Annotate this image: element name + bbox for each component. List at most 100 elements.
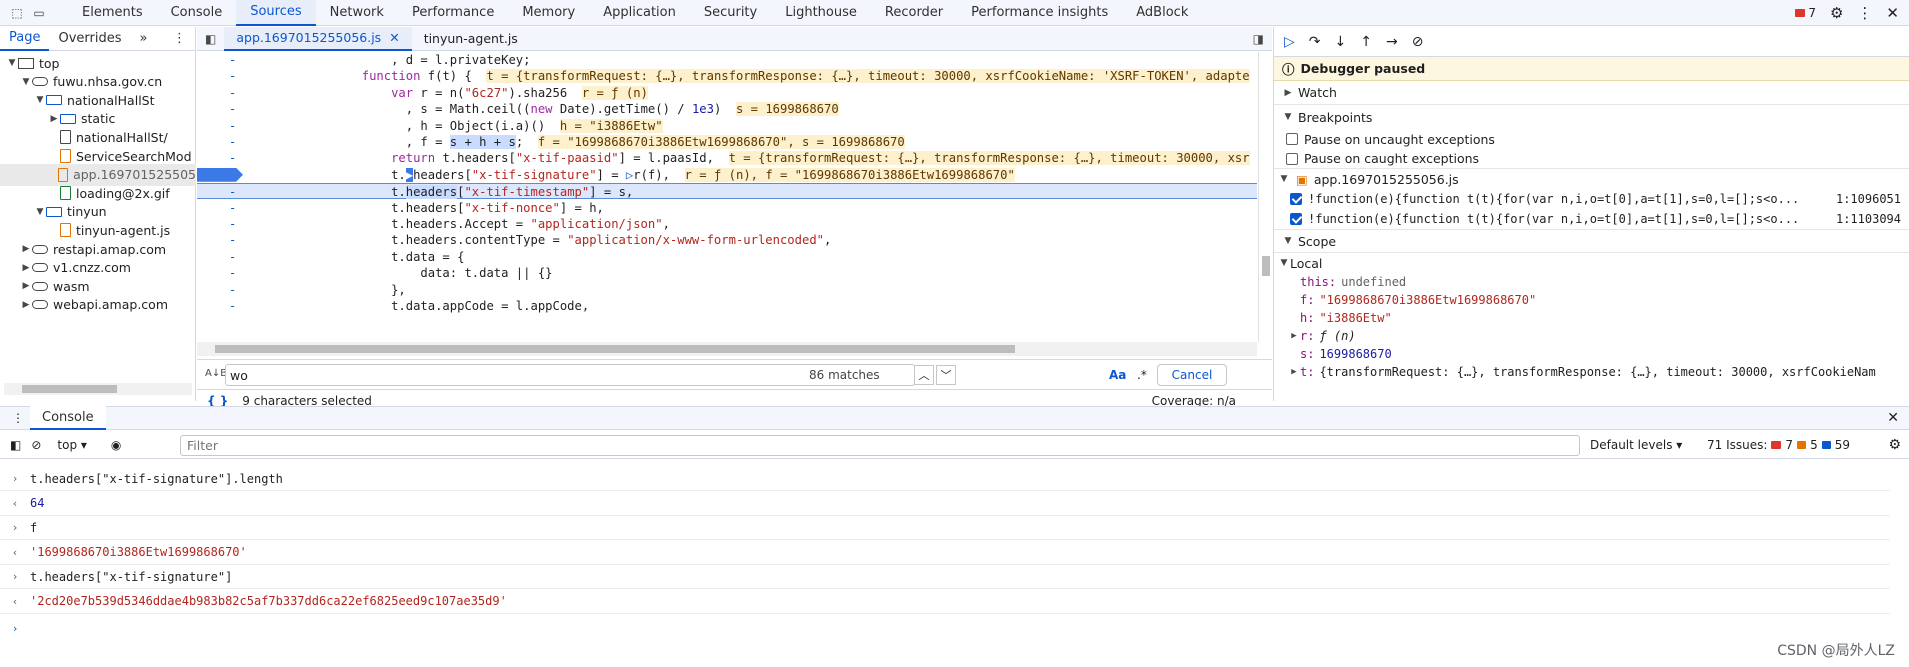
tab-elements[interactable]: Elements: [68, 0, 157, 26]
line-gutter[interactable]: -: [229, 265, 239, 281]
tab-page[interactable]: Page: [0, 27, 50, 51]
line-gutter[interactable]: -: [229, 200, 239, 216]
code-line[interactable]: - t.headers["x-tif-nonce"] = h,: [197, 200, 1257, 216]
prev-match-button[interactable]: ︿: [914, 365, 934, 385]
tab-performance-insights[interactable]: Performance insights: [957, 0, 1122, 26]
console-message[interactable]: › t.headers["x-tif-signature"]: [0, 565, 1890, 589]
expand-icon[interactable]: ▶: [20, 300, 32, 310]
scroll-thumb[interactable]: [22, 385, 117, 393]
more-menu-icon[interactable]: ⋮: [1857, 4, 1872, 22]
editor-horizontal-scrollbar[interactable]: [197, 342, 1257, 356]
scope-variable[interactable]: ▶ r: ƒ (n): [1274, 327, 1909, 345]
inspect-icon[interactable]: ⬚: [6, 2, 28, 24]
navigator-menu-icon[interactable]: ⋮: [164, 31, 195, 46]
match-case-button[interactable]: Aa: [1109, 368, 1126, 382]
code-line[interactable]: - return t.headers["x-tif-paasid"] = l.p…: [197, 150, 1257, 166]
toggle-navigator-icon[interactable]: ◧: [197, 32, 224, 46]
scroll-thumb[interactable]: [1262, 256, 1270, 276]
expand-icon[interactable]: ▶: [1288, 367, 1300, 377]
tab-overrides[interactable]: Overrides: [49, 31, 130, 46]
code-line[interactable]: - t.data.appCode = l.appCode,: [197, 298, 1257, 314]
toggle-debugger-icon[interactable]: ◨: [1253, 32, 1264, 46]
scope-variable[interactable]: this: undefined: [1274, 273, 1909, 291]
sidebar-toggle-icon[interactable]: ◧: [10, 438, 21, 452]
deactivate-breakpoints-icon[interactable]: ⊘: [1412, 34, 1424, 50]
code-line[interactable]: - , f = s + h + s; f = "1699868670i3886E…: [197, 134, 1257, 150]
replace-toggle-icon[interactable]: A↓B: [205, 368, 227, 379]
resume-icon[interactable]: ▷: [1284, 34, 1295, 50]
cancel-button[interactable]: Cancel: [1157, 364, 1227, 386]
line-gutter[interactable]: -: [229, 282, 239, 298]
tab-console[interactable]: Console: [157, 0, 237, 26]
error-badge[interactable]: 7: [1795, 6, 1816, 20]
expand-icon[interactable]: ▶: [1288, 331, 1300, 341]
scope-variable[interactable]: s: 1699868670: [1274, 345, 1909, 363]
close-icon[interactable]: ✕: [1886, 4, 1899, 22]
tab-console[interactable]: Console: [30, 406, 106, 430]
code-line[interactable]: - t.data = {: [197, 249, 1257, 265]
pause-caught-checkbox[interactable]: [1286, 152, 1298, 165]
code-line[interactable]: - function f(t) { t = {transformRequest:…: [197, 68, 1257, 84]
tab-memory[interactable]: Memory: [508, 0, 589, 26]
editor-vertical-scrollbar[interactable]: [1258, 52, 1272, 342]
scope-section[interactable]: ▼ Scope: [1274, 229, 1909, 253]
pause-caught-row[interactable]: Pause on caught exceptions: [1274, 149, 1909, 169]
console-message[interactable]: ‹ '1699868670i3886Etw1699868670': [0, 541, 1890, 565]
code-line[interactable]: - , s = Math.ceil((new Date).getTime() /…: [197, 101, 1257, 117]
tree-item[interactable]: ▶ webapi.amap.com: [0, 294, 196, 316]
code-line[interactable]: t.▶headers["x-tif-signature"] = ▷r(f), r…: [197, 167, 1257, 183]
pause-uncaught-checkbox[interactable]: [1286, 133, 1298, 145]
line-gutter[interactable]: -: [229, 298, 239, 314]
line-gutter[interactable]: -: [229, 232, 239, 248]
line-gutter[interactable]: -: [229, 68, 239, 84]
breakpoint-item[interactable]: !function(e){function t(t){for(var n,i,o…: [1274, 189, 1909, 209]
code-view[interactable]: - , d = l.privateKey; - function f(t) { t…: [197, 52, 1257, 342]
console-message[interactable]: › t.headers["x-tif-signature"].length: [0, 467, 1890, 491]
log-levels-select[interactable]: Default levels ▾: [1590, 438, 1682, 452]
tab-app-js[interactable]: app.1697015255056.js ✕: [224, 26, 412, 51]
step-icon[interactable]: →: [1386, 34, 1398, 50]
tab-lighthouse[interactable]: Lighthouse: [771, 0, 871, 26]
line-gutter[interactable]: -: [229, 85, 239, 101]
tab-performance[interactable]: Performance: [398, 0, 508, 26]
console-message[interactable]: › f: [0, 516, 1890, 540]
scope-variable[interactable]: ▶ t: {transformRequest: {…}, transformResp…: [1274, 363, 1909, 381]
breakpoint-marker-icon[interactable]: [197, 167, 243, 182]
code-line[interactable]: - var r = n("6c27").sha256 r = ƒ (n): [197, 85, 1257, 101]
tab-sources[interactable]: Sources: [236, 0, 316, 26]
code-line[interactable]: - t.headers.contentType = "application/x…: [197, 232, 1257, 248]
breakpoint-checkbox[interactable]: [1290, 193, 1302, 205]
code-line[interactable]: - data: t.data || {}: [197, 265, 1257, 281]
step-into-icon[interactable]: ↓: [1335, 34, 1347, 50]
console-filter-input[interactable]: [180, 435, 1580, 456]
tab-adblock[interactable]: AdBlock: [1122, 0, 1202, 26]
line-gutter[interactable]: -: [229, 52, 239, 68]
pause-uncaught-row[interactable]: Pause on uncaught exceptions: [1274, 129, 1909, 149]
tab-application[interactable]: Application: [589, 0, 690, 26]
line-gutter[interactable]: -: [229, 249, 239, 265]
step-over-icon[interactable]: ↷: [1309, 34, 1321, 50]
next-match-button[interactable]: ﹀: [936, 365, 956, 385]
device-toolbar-icon[interactable]: ▭: [28, 2, 50, 24]
breakpoint-file-row[interactable]: ▼ ▣ app.1697015255056.js: [1274, 169, 1909, 189]
code-line[interactable]: - },: [197, 282, 1257, 298]
line-gutter[interactable]: -: [229, 216, 239, 232]
console-message[interactable]: ‹ 64: [0, 492, 1890, 516]
scope-variable[interactable]: f: "1699868670i3886Etw1699868670": [1274, 291, 1909, 309]
issues-counter[interactable]: 71 Issues: 7 5 59: [1707, 438, 1850, 452]
expand-icon[interactable]: ▶: [20, 263, 32, 273]
watch-section[interactable]: ▶ Watch: [1274, 81, 1909, 105]
more-tabs-icon[interactable]: »: [131, 31, 157, 46]
line-gutter[interactable]: -: [229, 184, 239, 200]
context-select[interactable]: top ▾: [57, 438, 87, 452]
live-expression-eye-icon[interactable]: ◉: [111, 438, 121, 452]
line-gutter[interactable]: -: [229, 118, 239, 134]
navigator-horizontal-scrollbar[interactable]: [4, 383, 192, 395]
collapse-icon[interactable]: ▼: [20, 77, 32, 87]
console-settings-gear-icon[interactable]: ⚙: [1888, 437, 1901, 453]
console-prompt[interactable]: ›: [0, 616, 1890, 640]
code-line[interactable]: - , h = Object(i.a)() h = "i3886Etw": [197, 118, 1257, 134]
step-out-icon[interactable]: ↑: [1360, 34, 1372, 50]
console-message[interactable]: ‹ '2cd20e7b539d5346ddae4b983b82c5af7b337d…: [0, 590, 1890, 614]
tab-tinyun-agent[interactable]: tinyun-agent.js: [412, 27, 530, 51]
